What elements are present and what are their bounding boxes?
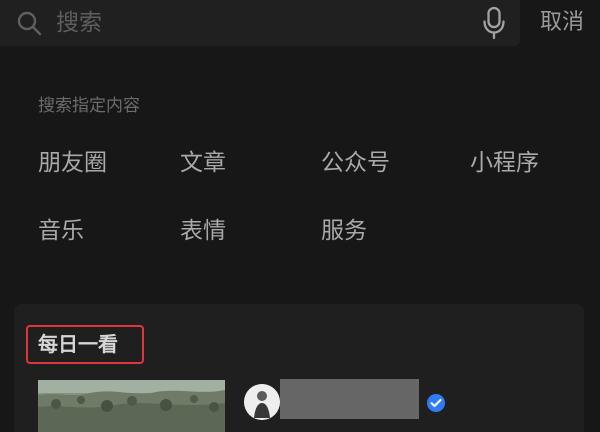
avatar[interactable] <box>244 384 280 420</box>
search-option-music[interactable]: 音乐 <box>38 216 84 246</box>
search-scope-hint: 搜索指定内容 <box>38 96 140 116</box>
daily-title: 每日一看 <box>38 332 118 356</box>
landscape-image <box>38 380 225 432</box>
search-option-mini-programs[interactable]: 小程序 <box>470 148 539 178</box>
cancel-button[interactable]: 取消 <box>540 8 584 38</box>
account-name-redacted <box>280 379 419 419</box>
verified-badge-icon <box>427 394 445 412</box>
microphone-icon[interactable] <box>481 6 507 40</box>
search-input[interactable]: 搜索 <box>56 8 102 38</box>
search-option-articles[interactable]: 文章 <box>180 148 226 178</box>
search-option-stickers[interactable]: 表情 <box>180 216 226 246</box>
search-icon <box>17 11 42 36</box>
search-option-services[interactable]: 服务 <box>321 216 367 246</box>
search-option-official-accounts[interactable]: 公众号 <box>321 148 390 178</box>
search-screen: 搜索 取消 搜索指定内容 朋友圈 文章 公众号 小程序 音乐 表情 服务 每日一… <box>0 0 600 432</box>
search-option-moments[interactable]: 朋友圈 <box>38 148 107 178</box>
search-bar[interactable]: 搜索 <box>0 0 520 46</box>
article-thumbnail[interactable] <box>38 380 225 432</box>
avatar-person-icon <box>244 384 280 420</box>
